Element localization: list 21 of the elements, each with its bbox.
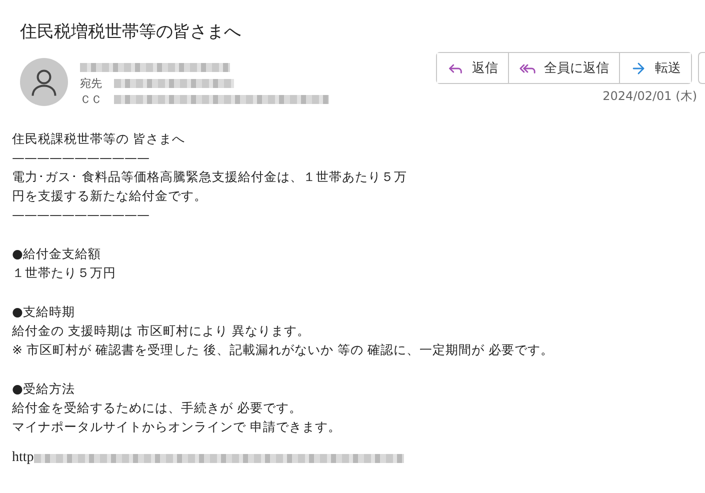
more-button[interactable] (698, 52, 705, 84)
to-label: 宛先 (80, 76, 103, 91)
body-text: ●支給時期 (12, 303, 76, 321)
email-date: 2024/02/01 (木) (602, 88, 698, 105)
body-text: １世帯たり５万円 (12, 264, 117, 282)
cc-label: ＣＣ (80, 92, 103, 107)
body-text: ●受給方法 (12, 380, 76, 398)
body-text: ※ 市区町村が 確認書を受理した 後、記載漏れがないか 等の 確認に、一定期間が 必要です。 (12, 341, 554, 359)
body-text: 電力･ガス･ 食料品等価格高騰緊急支援給付金は、１世帯あたり５万 (12, 168, 408, 186)
body-text: 給付金を受給するためには、手続きが 必要です。 (12, 399, 303, 417)
avatar-icon (20, 58, 68, 106)
body-text: マイナポータルサイトからオンラインで 申請できます。 (12, 418, 342, 436)
body-text: ●給付金支給額 (12, 245, 102, 263)
body-text: 住民税課税世帯等の 皆さまへ (12, 130, 186, 148)
body-text: 給付金の 支援時期は 市区町村により 異なります。 (12, 322, 311, 340)
body-text: 円を支援する新たな給付金です。 (12, 187, 208, 205)
forward-button[interactable]: 転送 (619, 53, 691, 83)
email-subject: 住民税増税世帯等の皆さまへ (19, 21, 242, 44)
body-text: ——————————— (12, 149, 150, 167)
link-text[interactable]: http (12, 450, 34, 466)
body-text: ——————————— (12, 206, 150, 224)
